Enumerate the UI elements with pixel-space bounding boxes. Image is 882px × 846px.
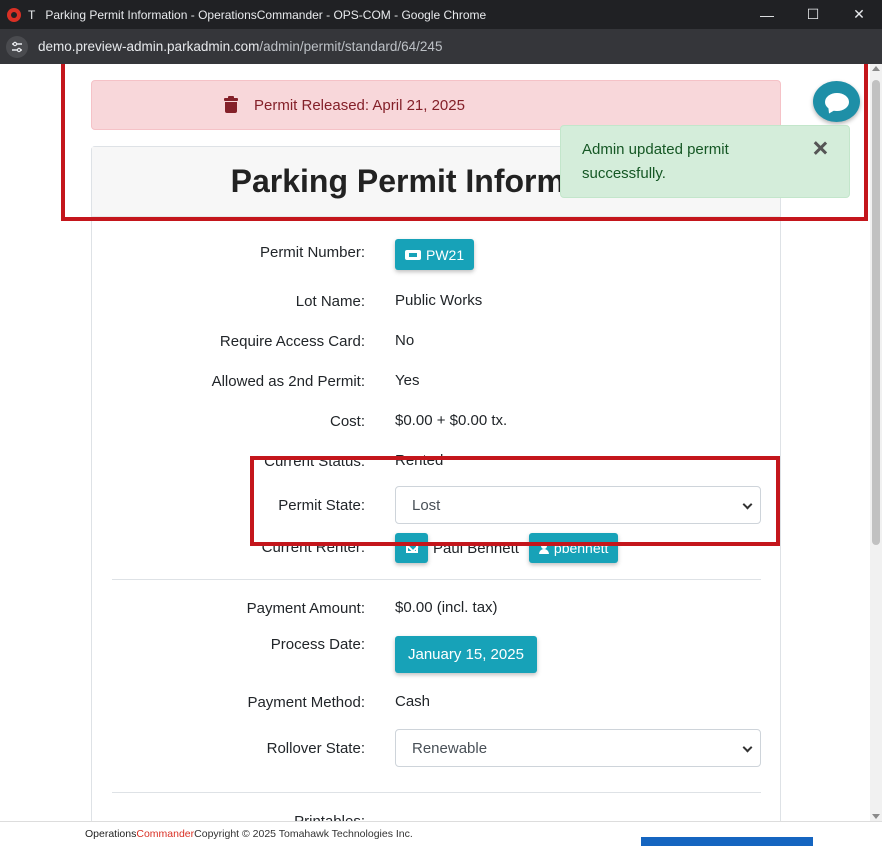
app-favicon-icon (7, 7, 21, 22)
ticket-icon (405, 249, 421, 260)
browser-title-bar: T Parking Permit Information - Operation… (0, 0, 882, 29)
footer-copyright: Copyright © 2025 Tomahawk Technologies I… (194, 828, 413, 840)
allowed-second-value: Yes (395, 372, 420, 389)
label-lot-name: Lot Name: (295, 292, 365, 310)
label-payment-amount: Payment Amount: (246, 599, 365, 617)
permit-number-value: PW21 (426, 246, 465, 263)
url-host: demo.preview-admin.parkadmin.com (38, 39, 260, 54)
row-require-access-card: Require Access Card: No (92, 329, 782, 353)
row-cost: Cost: $0.00 + $0.00 tx. (92, 409, 782, 433)
maximize-button[interactable]: ☐ (790, 0, 836, 29)
divider (112, 579, 761, 580)
label-printables: Printables: (294, 812, 365, 822)
label-permit-number: Permit Number: (259, 243, 365, 261)
address-bar[interactable]: demo.preview-admin.parkadmin.com/admin/p… (0, 29, 882, 64)
row-printables: Printables: (92, 809, 782, 822)
scroll-thumb[interactable] (872, 80, 880, 545)
row-allowed-second: Allowed as 2nd Permit: Yes (92, 369, 782, 393)
rollover-state-selected: Renewable (412, 739, 488, 757)
row-lot-name: Lot Name: Public Works (92, 289, 782, 313)
lot-name-value: Public Works (395, 292, 483, 309)
divider (112, 792, 761, 793)
row-payment-method: Payment Method: Cash (92, 690, 782, 714)
payment-method-value: Cash (395, 693, 431, 710)
footer-brand-ops: Operations (85, 828, 137, 840)
label-require-access-card: Require Access Card: (219, 332, 365, 350)
url-path: /admin/permit/standard/64/245 (259, 39, 443, 54)
row-rollover-state: Rollover State: Renewable (92, 729, 782, 767)
row-permit-number: Permit Number: PW21 (92, 235, 782, 270)
chevron-down-icon (742, 742, 753, 753)
row-process-date: Process Date: January 15, 2025 (92, 635, 782, 675)
url-text[interactable]: demo.preview-admin.parkadmin.com/admin/p… (38, 39, 442, 54)
label-process-date: Process Date: (270, 636, 365, 653)
footer-brand-cmd: Commander (136, 828, 195, 840)
label-cost: Cost: (329, 412, 365, 430)
label-rollover-state: Rollover State: (266, 739, 365, 757)
close-window-button[interactable]: ✕ (836, 0, 882, 29)
label-payment-method: Payment Method: (247, 693, 365, 711)
cost-value: $0.00 + $0.00 tx. (395, 412, 508, 429)
rollover-state-select[interactable]: Renewable (395, 729, 761, 767)
annotation-box-permit-state (250, 456, 780, 546)
process-date-button[interactable]: January 15, 2025 (395, 636, 537, 673)
footer-action-bar[interactable] (641, 837, 813, 846)
site-settings-icon[interactable] (6, 35, 28, 58)
window-title: Parking Permit Information - OperationsC… (45, 7, 487, 22)
minimize-button[interactable]: — (744, 0, 790, 29)
tab-letter: T (28, 7, 36, 22)
row-payment-amount: Payment Amount: $0.00 (incl. tax) (92, 596, 782, 620)
payment-amount-value: $0.00 (incl. tax) (395, 599, 498, 616)
scrollbar[interactable] (870, 64, 882, 821)
annotation-box-header (61, 64, 868, 221)
label-allowed-second: Allowed as 2nd Permit: (211, 372, 365, 390)
process-date-value: January 15, 2025 (408, 646, 524, 663)
scroll-up-arrow-icon[interactable] (872, 66, 880, 71)
scroll-down-arrow-icon[interactable] (872, 814, 880, 819)
page-viewport: Permit Released: April 21, 2025 Parking … (0, 64, 870, 821)
require-access-card-value: No (395, 332, 415, 349)
permit-number-button[interactable]: PW21 (395, 239, 475, 270)
